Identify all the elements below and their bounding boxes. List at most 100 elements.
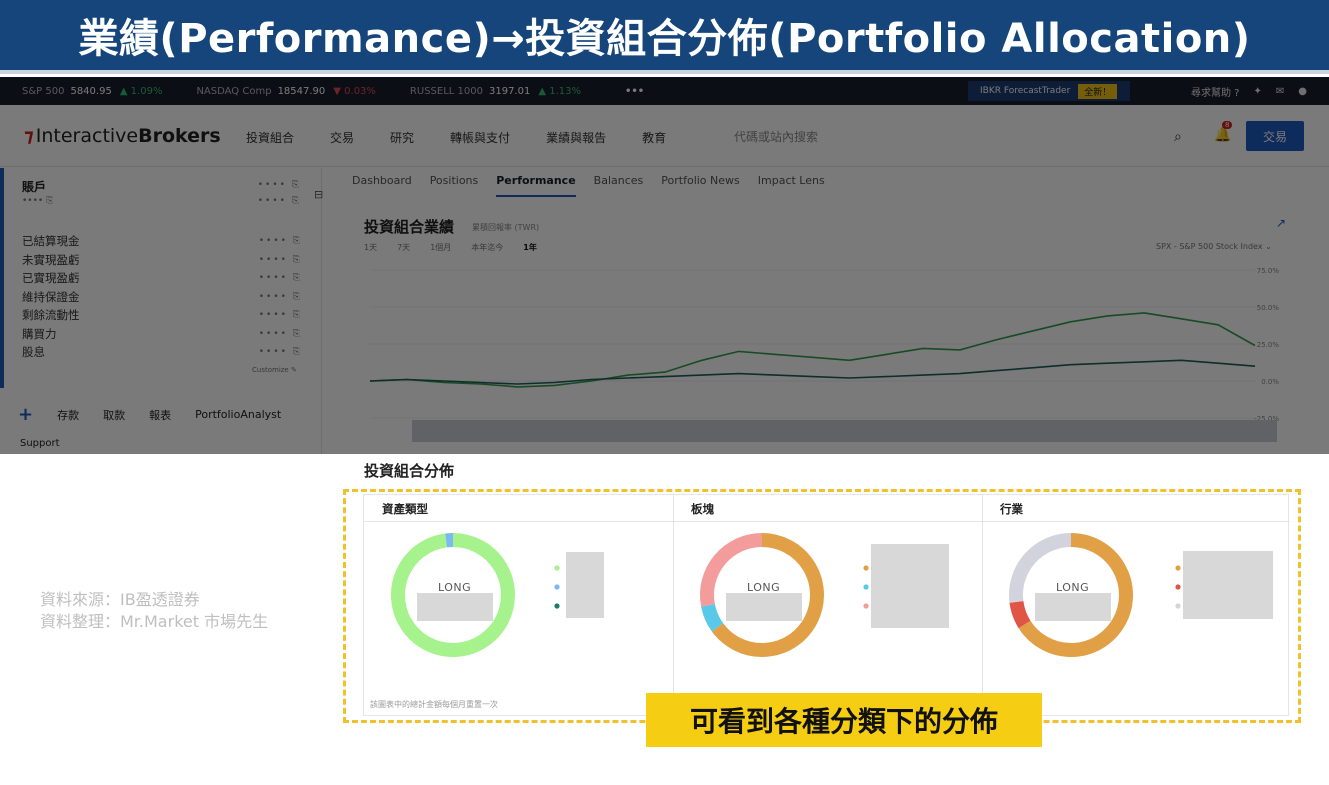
chat-icon[interactable]: ✦: [1253, 86, 1261, 97]
redacted-legend: [1183, 551, 1273, 619]
help-link[interactable]: 尋求幫助 ?: [1191, 84, 1240, 99]
list-item: 購買力 •••• ⎘: [22, 325, 302, 344]
deposit-link[interactable]: 存款: [57, 407, 79, 423]
masked-value: •••• ⎘: [258, 236, 302, 247]
interactive-brokers-logo[interactable]: ⁊ InteractiveBrokers: [24, 125, 221, 147]
collapse-sidebar-icon[interactable]: ⊟: [314, 188, 323, 201]
chart-y-tick-label: 50.0%: [1257, 304, 1280, 312]
legend-dot: [863, 584, 869, 590]
legend-dot: [554, 584, 560, 590]
statements-link[interactable]: 報表: [149, 407, 171, 423]
row-label: 購買力: [22, 326, 57, 341]
user-icon[interactable]: ●: [1298, 86, 1307, 97]
legend-dot: [554, 565, 560, 571]
chart-y-tick-label: 25.0%: [1257, 341, 1280, 349]
masked-value: •••• ⎘: [258, 273, 302, 284]
account-summary-list: 已結算現金 •••• ⎘ 未實現盈虧 •••• ⎘ 已實現盈虧 •••• ⎘ 維持保證…: [22, 232, 302, 362]
notification-count: 8: [1222, 121, 1233, 129]
sidebar-accent-bar: [0, 168, 4, 388]
mail-icon[interactable]: ✉: [1276, 86, 1284, 97]
ticker-value: 3197.01: [488, 85, 531, 97]
menu-item-trade[interactable]: 交易: [330, 129, 354, 146]
ticker-right-tools: 尋求幫助 ? ✦ ✉ ●: [1191, 77, 1307, 105]
help-label: 尋求幫助: [1190, 87, 1231, 99]
performance-line-chart: 75.0%50.0%25.0%0.0%-25.0%: [369, 267, 1280, 423]
masked-value: •••• ⎘: [257, 196, 301, 206]
trade-button[interactable]: 交易: [1246, 121, 1304, 151]
account-id-mask: •••• ⎘: [22, 196, 54, 206]
ticker-change: ▲ 1.09%: [119, 85, 163, 97]
account-label[interactable]: 賬戶: [22, 178, 46, 195]
menu-item-transfer[interactable]: 轉帳與支付: [450, 129, 510, 146]
legend-dot: [1175, 584, 1181, 590]
menu-item-portfolio[interactable]: 投資組合: [246, 129, 294, 146]
masked-value: •••• ⎘: [258, 310, 302, 321]
donut-slice: [1009, 600, 1031, 629]
forecast-trader-banner[interactable]: IBKR ForecastTrader 全新！: [968, 81, 1130, 101]
add-icon[interactable]: +: [18, 404, 33, 425]
list-item: 已實現盈虧 •••• ⎘: [22, 269, 302, 288]
redacted-legend: [566, 552, 604, 618]
chart-y-tick-label: 75.0%: [1257, 267, 1280, 275]
chart-series-line: [369, 359, 1256, 385]
logo-text: Interactive: [35, 125, 139, 147]
performance-panel: Dashboard Positions Performance Balances…: [340, 168, 1329, 454]
masked-value: •••• ⎘: [258, 291, 302, 302]
account-sidebar: 賬戶 •••• ⎘ •••• ⎘ •••• ⎘ ⊟ 已結算現金 •••• ⎘ 未實…: [0, 168, 323, 454]
callout-label: 可看到各種分類下的分佈: [646, 693, 1042, 747]
legend-dot: [554, 603, 560, 609]
source-credit: 資料來源：IB盈透證券: [40, 590, 200, 609]
legend-dot: [1175, 565, 1181, 571]
row-label: 剩餘流動性: [22, 308, 80, 323]
allocation-donut-charts: [390, 532, 1181, 657]
masked-value: •••• ⎘: [257, 180, 301, 190]
forecast-label: IBKR ForecastTrader: [980, 86, 1071, 96]
search-input[interactable]: 代碼或站內搜索: [718, 121, 1198, 151]
legend-dot: [1175, 603, 1181, 609]
banner-title: 業績(Performance)→投資組合分佈(Portfolio Allocat…: [0, 0, 1329, 70]
logo-mark-icon: ⁊: [24, 125, 34, 147]
row-label: 已結算現金: [22, 234, 80, 249]
redacted-legend: [871, 544, 949, 628]
donut-slice: [701, 603, 724, 632]
allocation-note: 該圖表中的總計金額每個月重置一次: [370, 700, 498, 709]
menu-item-education[interactable]: 教育: [642, 129, 666, 146]
row-label: 未實現盈虧: [22, 252, 80, 267]
list-item: 已結算現金 •••• ⎘: [22, 232, 302, 251]
row-label: 已實現盈虧: [22, 271, 80, 286]
top-menu: 投資組合 交易 研究 轉帳與支付 業績與報告 教育: [246, 129, 666, 146]
customize-link[interactable]: Customize ✎: [252, 366, 297, 374]
main-navigation: ⁊ InteractiveBrokers 投資組合 交易 研究 轉帳與支付 業績與…: [0, 105, 1329, 167]
more-tickers-button[interactable]: •••: [625, 86, 644, 97]
compiler-credit: 資料整理：Mr.Market 市場先生: [40, 612, 269, 631]
market-ticker-bar: S&P 500 5840.95 ▲ 1.09% NASDAQ Comp 1854…: [0, 77, 1329, 105]
redacted-value: [726, 593, 802, 621]
ticker-value: 5840.95: [70, 85, 112, 97]
list-item: 未實現盈虧 •••• ⎘: [22, 251, 302, 270]
question-circle-icon: ?: [1234, 87, 1240, 99]
masked-value: •••• ⎘: [258, 328, 302, 339]
chart-range-scrollbar[interactable]: [412, 420, 1277, 442]
bell-icon[interactable]: 🔔 8: [1214, 121, 1233, 143]
search-icon[interactable]: ⌕: [1174, 129, 1182, 145]
list-item: 剩餘流動性 •••• ⎘: [22, 306, 302, 325]
menu-item-reports[interactable]: 業績與報告: [546, 129, 606, 146]
row-label: 股息: [22, 345, 45, 360]
portfolioanalyst-link[interactable]: PortfolioAnalyst: [195, 408, 281, 421]
menu-item-research[interactable]: 研究: [390, 129, 414, 146]
ticker-change: ▼ 0.03%: [333, 85, 376, 97]
allocation-title: 投資組合分佈: [364, 462, 455, 480]
ticker-name: RUSSELL 1000: [409, 85, 483, 97]
ticker-name: S&P 500: [22, 85, 65, 97]
ticker-name: NASDAQ Comp: [196, 85, 272, 97]
sidebar-actions: + 存款 取款 報表 PortfolioAnalyst: [18, 404, 281, 425]
legend-dot: [863, 565, 869, 571]
banner-divider: [0, 70, 1329, 74]
redacted-value: [1035, 593, 1111, 621]
row-label: 維持保證金: [22, 289, 80, 304]
legend-dot: [863, 603, 869, 609]
dimmed-performance-screenshot: S&P 500 5840.95 ▲ 1.09% NASDAQ Comp 1854…: [0, 77, 1329, 454]
redacted-value: [417, 593, 493, 621]
withdraw-link[interactable]: 取款: [103, 407, 125, 423]
chart-y-tick-label: 0.0%: [1261, 378, 1279, 386]
